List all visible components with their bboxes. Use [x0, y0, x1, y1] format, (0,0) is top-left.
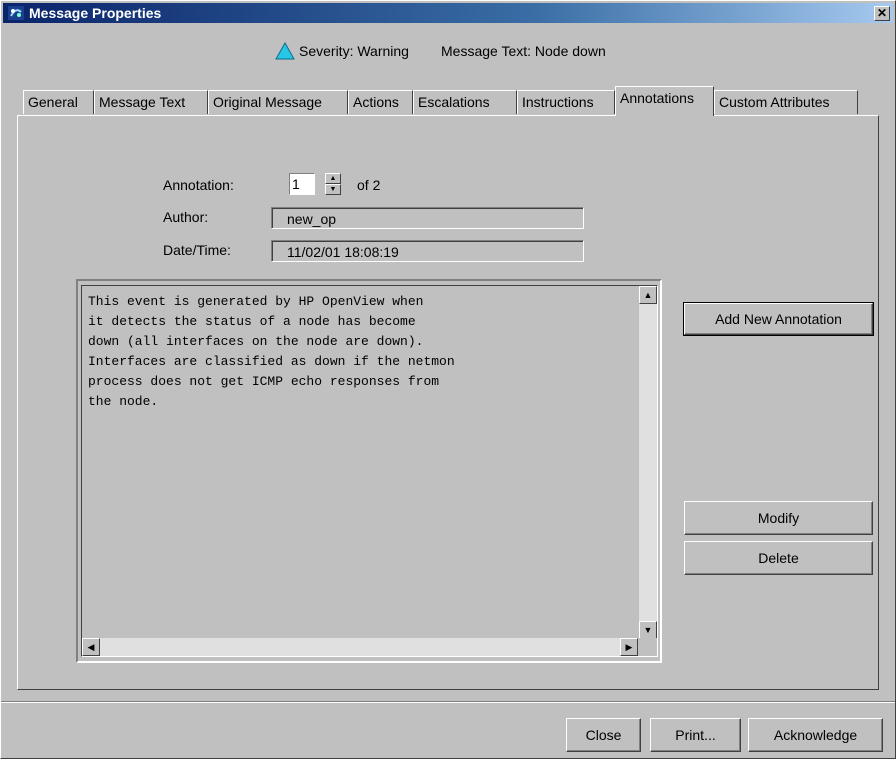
- author-field: new_op: [271, 207, 584, 229]
- scroll-down-icon[interactable]: ▼: [639, 621, 657, 639]
- tab-escalations[interactable]: Escalations: [413, 90, 517, 114]
- bottom-separator: [1, 701, 895, 703]
- tab-label: Escalations: [418, 94, 490, 110]
- scroll-right-icon[interactable]: ▶: [620, 638, 638, 656]
- close-window-button[interactable]: ✕: [874, 6, 890, 21]
- app-icon: [8, 6, 24, 20]
- warning-triangle-icon: [275, 42, 295, 60]
- close-icon: ✕: [876, 6, 888, 20]
- message-text-summary: Message Text: Node down: [441, 43, 606, 59]
- modify-button[interactable]: Modify: [684, 501, 873, 535]
- acknowledge-button[interactable]: Acknowledge: [748, 718, 883, 752]
- spin-up-icon[interactable]: ▲: [325, 173, 341, 184]
- tab-label: Message Text: [99, 94, 186, 110]
- tab-label: Original Message: [213, 94, 322, 110]
- tab-instructions[interactable]: Instructions: [517, 90, 615, 114]
- annotation-label: Annotation:: [163, 177, 234, 193]
- add-new-annotation-button[interactable]: Add New Annotation: [683, 302, 874, 336]
- datetime-label: Date/Time:: [163, 242, 231, 258]
- delete-button[interactable]: Delete: [684, 541, 873, 575]
- scroll-up-icon[interactable]: ▲: [639, 286, 657, 304]
- tab-message-text[interactable]: Message Text: [94, 90, 208, 114]
- tab-label: General: [28, 94, 78, 110]
- annotation-index-input[interactable]: 1: [289, 173, 315, 195]
- tab-custom-attributes[interactable]: Custom Attributes: [714, 90, 858, 114]
- author-label: Author:: [163, 209, 209, 225]
- tab-label: Instructions: [522, 94, 594, 110]
- annotation-text: This event is generated by HP OpenView w…: [88, 294, 455, 409]
- tab-label: Custom Attributes: [719, 94, 830, 110]
- print-button[interactable]: Print...: [650, 718, 741, 752]
- annotation-spinner[interactable]: ▲ ▼: [325, 173, 341, 195]
- tab-general[interactable]: General: [23, 90, 94, 114]
- spin-down-icon[interactable]: ▼: [325, 184, 341, 195]
- close-button[interactable]: Close: [566, 718, 641, 752]
- tab-original-message[interactable]: Original Message: [208, 90, 348, 114]
- scroll-left-icon[interactable]: ◀: [82, 638, 100, 656]
- annotation-text-area[interactable]: This event is generated by HP OpenView w…: [81, 285, 658, 657]
- tab-label: Annotations: [620, 90, 694, 106]
- vertical-scrollbar[interactable]: ▲ ▼: [639, 286, 657, 639]
- tab-label: Actions: [353, 94, 399, 110]
- severity-text: Severity: Warning: [299, 43, 409, 59]
- datetime-field: 11/02/01 18:08:19: [271, 240, 584, 262]
- annotation-count: of 2: [357, 177, 381, 193]
- horizontal-scrollbar[interactable]: ◀ ▶: [82, 638, 638, 656]
- window-title: Message Properties: [29, 5, 162, 21]
- tab-actions[interactable]: Actions: [348, 90, 413, 114]
- title-bar[interactable]: Message Properties ✕: [3, 3, 893, 23]
- tab-annotations[interactable]: Annotations: [615, 86, 714, 116]
- scroll-corner: [639, 638, 657, 656]
- message-properties-window: Message Properties ✕ Severity: Warning M…: [0, 0, 896, 759]
